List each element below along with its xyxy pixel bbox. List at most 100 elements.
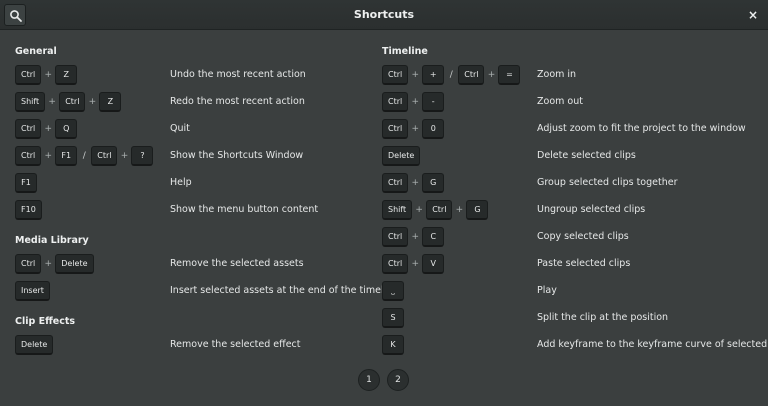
key-combination: Ctrl + C	[382, 226, 445, 248]
keycap: Shift	[382, 200, 413, 220]
keycap: Ctrl	[382, 119, 409, 139]
keycap: 0	[422, 119, 445, 139]
keycap: Ctrl	[15, 146, 42, 166]
keycap: Q	[55, 119, 78, 139]
keycap: Shift	[15, 92, 46, 112]
shortcut-description: Delete selected clips	[537, 150, 636, 161]
key-combination: K	[382, 334, 404, 356]
key-separator-plus: +	[411, 124, 419, 134]
shortcut-description: Group selected clips together	[537, 177, 678, 188]
key-combination: Delete	[15, 334, 54, 356]
keycap: Z	[99, 92, 122, 112]
keycap: Ctrl	[382, 227, 409, 247]
shortcut-description: Zoom in	[537, 69, 577, 80]
section-title-clip-effects: Clip Effects	[15, 316, 76, 327]
section-title-media-library: Media Library	[15, 235, 89, 246]
keycap: F1	[55, 146, 78, 166]
key-combination: F1	[15, 172, 37, 194]
key-combination: S	[382, 307, 404, 329]
key-separator-plus: +	[44, 151, 52, 161]
key-combination: Ctrl + V	[382, 253, 445, 275]
shortcut-description: Redo the most recent action	[170, 96, 305, 107]
key-separator-slash: /	[82, 151, 86, 161]
keycap: Ctrl	[458, 65, 485, 85]
window-title: Shortcuts	[353, 8, 415, 21]
keycap: Delete	[382, 146, 421, 166]
keycap: Ctrl	[59, 92, 86, 112]
key-separator-plus: +	[411, 259, 419, 269]
keycap: =	[498, 65, 521, 85]
shortcut-description: Ungroup selected clips	[537, 204, 646, 215]
keycap: +	[422, 65, 445, 85]
shortcut-description: Show the Shortcuts Window	[170, 150, 304, 161]
keycap: ⎵	[382, 281, 404, 301]
shortcut-description: Paste selected clips	[537, 258, 631, 269]
page-button-2[interactable]: 2	[387, 369, 409, 391]
keycap: Ctrl	[382, 92, 409, 112]
keycap: F1	[15, 173, 37, 193]
key-separator-plus: +	[44, 259, 52, 269]
page-button-1[interactable]: 1	[358, 369, 380, 391]
key-separator-plus: +	[44, 70, 52, 80]
key-combination: Ctrl +0	[382, 118, 445, 140]
keycap: Delete	[15, 335, 54, 355]
keycap: Ctrl	[91, 146, 118, 166]
keycap: -	[422, 92, 445, 112]
key-separator-plus: +	[415, 205, 423, 215]
key-separator-plus: +	[88, 97, 97, 107]
close-button[interactable]: ×	[746, 6, 760, 24]
key-separator-slash: /	[449, 70, 453, 80]
shortcut-description: Help	[170, 177, 192, 188]
keycap: Insert	[15, 281, 50, 301]
keycap: S	[382, 308, 404, 328]
key-combination: Ctrl + G	[382, 172, 445, 194]
shortcut-description: Play	[537, 285, 557, 296]
keycap: G	[466, 200, 489, 220]
key-combination: Ctrl + Q	[15, 118, 78, 140]
shortcut-description: Remove the selected assets	[170, 258, 304, 269]
keycap: Ctrl	[382, 65, 409, 85]
shortcut-description: Quit	[170, 123, 190, 134]
key-combination: Ctrl + F1/Ctrl +?	[15, 145, 154, 167]
key-combination: Ctrl + -	[382, 91, 445, 113]
keycap: F10	[15, 200, 42, 220]
keycap: Ctrl	[15, 119, 42, 139]
keycap: Ctrl	[15, 65, 42, 85]
keycap: K	[382, 335, 404, 355]
shortcut-description: Insert selected assets at the end of the…	[170, 285, 399, 296]
shortcut-description: Split the clip at the position	[537, 312, 669, 323]
key-separator-plus: +	[411, 70, 419, 80]
shortcut-description: Add keyframe to the keyframe curve of se…	[537, 339, 768, 350]
keycap: Ctrl	[382, 254, 409, 274]
shortcuts-window: Shortcuts × General Ctrl + Z Undo the most …	[0, 0, 768, 406]
key-combination: Shift + Ctrl + Z	[15, 91, 122, 113]
key-combination: Ctrl + Delete	[15, 253, 94, 275]
key-separator-plus: +	[48, 97, 56, 107]
keycap: C	[422, 227, 445, 247]
shortcut-description: Copy selected clips	[537, 231, 629, 242]
shortcut-description: Remove the selected effect	[170, 339, 301, 350]
shortcut-description: Show the menu button content	[170, 204, 319, 215]
keycap: V	[422, 254, 445, 274]
key-combination: Delete	[382, 145, 421, 167]
key-combination: ⎵	[382, 280, 404, 302]
shortcut-description: Zoom out	[537, 96, 583, 107]
key-separator-plus: +	[44, 124, 52, 134]
keycap: Ctrl	[426, 200, 453, 220]
key-separator-plus: +	[411, 97, 419, 107]
keycap: G	[422, 173, 445, 193]
key-combination: F10	[15, 199, 42, 221]
key-separator-plus: +	[411, 232, 419, 242]
section-title-general: General	[15, 46, 57, 57]
keycap: Delete	[55, 254, 94, 274]
key-separator-plus: +	[487, 70, 496, 80]
keycap: Z	[55, 65, 78, 85]
key-separator-plus: +	[411, 178, 419, 188]
key-separator-plus: +	[120, 151, 129, 161]
key-separator-plus: +	[455, 205, 464, 215]
close-icon: ×	[747, 8, 759, 22]
keycap: Ctrl	[382, 173, 409, 193]
key-combination: Insert	[15, 280, 50, 302]
shortcut-description: Undo the most recent action	[170, 69, 306, 80]
key-combination: Ctrl + Z	[15, 64, 78, 86]
